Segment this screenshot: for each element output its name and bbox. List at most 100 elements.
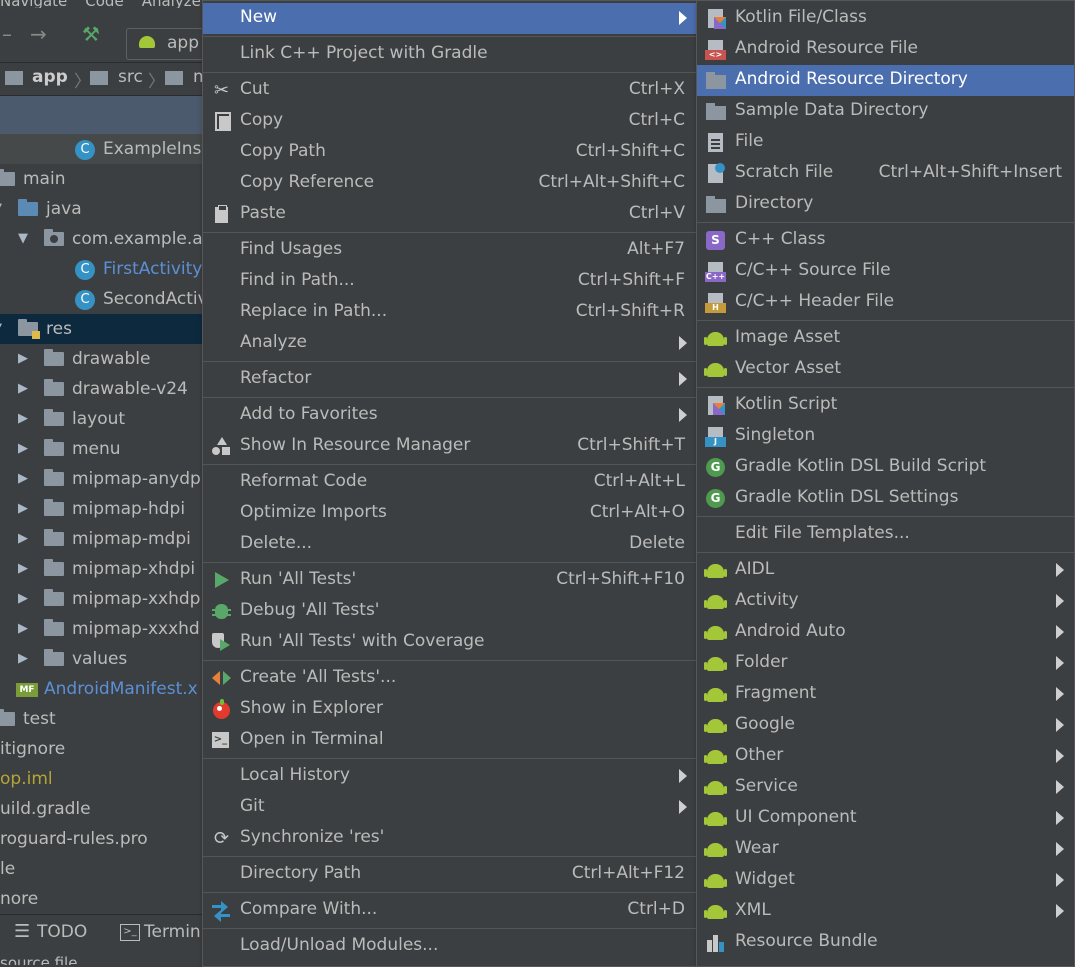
new-item-resource-bundle[interactable]: Resource Bundle [697,927,1074,958]
menubar-item[interactable]: Analyze [142,0,201,8]
new-item-edit-file-templates[interactable]: Edit File Templates... [697,519,1074,550]
menu-item-optimize-imports[interactable]: Optimize Imports Ctrl+Alt+O [203,498,697,529]
tree-row[interactable]: C ExampleInst [0,134,205,164]
menu-item-replace-in-path[interactable]: Replace in Path... Ctrl+Shift+R [203,297,697,328]
menu-item-cut[interactable]: ✂ Cut Ctrl+X [203,75,697,106]
new-item-android-resource-directory[interactable]: Android Resource Directory [697,65,1074,96]
menu-item-paste[interactable]: Paste Ctrl+V [203,199,697,230]
tree-row[interactable]: ▼ res [0,314,205,344]
menu-item-create-all-tests[interactable]: Create 'All Tests'... [203,663,697,694]
menu-item-run-all-tests-with-coverage[interactable]: Run 'All Tests' with Coverage [203,627,697,658]
new-item-android-resource-file[interactable]: <> Android Resource File [697,34,1074,65]
tree-row[interactable]: ▶ mipmap-hdpi [0,494,205,524]
tree-row[interactable]: ▶ menu [0,434,205,464]
new-item-c-class[interactable]: S C++ Class [697,225,1074,256]
new-item-scratch-file[interactable]: Scratch File Ctrl+Alt+Shift+Insert [697,158,1074,189]
menu-item-load-unload-modules[interactable]: Load/Unload Modules... [203,931,697,962]
breadcrumb-item[interactable]: app [32,67,68,87]
expand-down-icon[interactable]: ▼ [0,314,2,344]
menu-item-open-in-terminal[interactable]: >_ Open in Terminal [203,725,697,756]
tree-row[interactable]: ▶ values [0,644,205,674]
new-item-c-c-header-file[interactable]: H C/C++ Header File [697,287,1074,318]
tree-row[interactable]: le [0,854,205,884]
tree-row[interactable]: C FirstActivity [0,254,205,284]
new-item-vector-asset[interactable]: Vector Asset [697,354,1074,385]
new-item-directory[interactable]: Directory [697,189,1074,220]
expand-down-icon[interactable]: ▼ [18,224,28,254]
todo-tab[interactable]: TODO [37,922,87,942]
tree-row[interactable]: ▶ mipmap-xxxhd [0,614,205,644]
tree-row[interactable]: ▶ drawable-v24 [0,374,205,404]
menubar-item[interactable]: Code [85,0,123,8]
expand-right-icon[interactable]: ▶ [18,464,28,494]
tree-row[interactable]: ▶ mipmap-xxhdp [0,584,205,614]
expand-right-icon[interactable]: ▶ [18,374,28,404]
new-item-wear[interactable]: Wear [697,834,1074,865]
new-item-google[interactable]: Google [697,710,1074,741]
new-item-xml[interactable]: XML [697,896,1074,927]
menu-item-add-to-favorites[interactable]: Add to Favorites [203,400,697,431]
menu-item-show-in-resource-manager[interactable]: Show In Resource Manager Ctrl+Shift+T [203,431,697,462]
expand-right-icon[interactable]: ▶ [18,404,28,434]
tree-row[interactable]: roguard-rules.pro [0,824,205,854]
new-item-ui-component[interactable]: UI Component [697,803,1074,834]
new-item-c-c-source-file[interactable]: C++ C/C++ Source File [697,256,1074,287]
menu-item-analyze[interactable]: Analyze [203,328,697,359]
new-item-service[interactable]: Service [697,772,1074,803]
tree-row[interactable]: uild.gradle [0,794,205,824]
menu-item-copy[interactable]: Copy Ctrl+C [203,106,697,137]
menubar-item[interactable]: Navigate [0,0,67,8]
tree-row[interactable]: itignore [0,734,205,764]
new-item-fragment[interactable]: Fragment [697,679,1074,710]
menu-item-copy-reference[interactable]: Copy Reference Ctrl+Alt+Shift+C [203,168,697,199]
menu-item-new[interactable]: New [203,3,697,34]
tree-row[interactable]: nore [0,884,205,914]
tree-row[interactable]: C SecondActiv [0,284,205,314]
menu-item-refactor[interactable]: Refactor [203,364,697,395]
menu-item-debug-all-tests[interactable]: Debug 'All Tests' [203,596,697,627]
tree-row[interactable]: test [0,704,205,734]
new-item-other[interactable]: Other [697,741,1074,772]
menu-item-link-c-project-with-gradle[interactable]: Link C++ Project with Gradle [203,39,697,70]
expand-right-icon[interactable]: ▶ [18,524,28,554]
menu-item-git[interactable]: Git [203,792,697,823]
menu-item-compare-with[interactable]: Compare With... Ctrl+D [203,895,697,926]
new-item-singleton[interactable]: J Singleton [697,421,1074,452]
tree-row[interactable]: ▼ java [0,194,205,224]
new-item-kotlin-script[interactable]: Kotlin Script [697,390,1074,421]
new-item-gradle-kotlin-dsl-settings[interactable]: G Gradle Kotlin DSL Settings [697,483,1074,514]
menu-item-copy-path[interactable]: Copy Path Ctrl+Shift+C [203,137,697,168]
menu-item-directory-path[interactable]: Directory Path Ctrl+Alt+F12 [203,859,697,890]
back-arrow-icon[interactable]: – [2,22,12,46]
menu-item-synchronize-res[interactable]: ⟳ Synchronize 'res' [203,823,697,854]
terminal-tab[interactable]: Termin [144,922,201,942]
new-item-kotlin-file-class[interactable]: Kotlin File/Class [697,3,1074,34]
tree-row[interactable]: op.iml [0,764,205,794]
menu-item-find-in-path[interactable]: Find in Path... Ctrl+Shift+F [203,266,697,297]
tree-row[interactable]: ▶ mipmap-anydp [0,464,205,494]
menu-item-delete[interactable]: Delete... Delete [203,529,697,560]
tree-row[interactable]: ▶ drawable [0,344,205,374]
tree-row[interactable]: main [0,164,205,194]
new-item-sample-data-directory[interactable]: Sample Data Directory [697,96,1074,127]
new-item-gradle-kotlin-dsl-build-script[interactable]: G Gradle Kotlin DSL Build Script [697,452,1074,483]
expand-right-icon[interactable]: ▶ [18,644,28,674]
tree-row[interactable]: ▶ mipmap-xhdpi [0,554,205,584]
expand-right-icon[interactable]: ▶ [18,584,28,614]
menu-item-local-history[interactable]: Local History [203,761,697,792]
expand-right-icon[interactable]: ▶ [18,344,28,374]
tree-row[interactable]: ▼ com.example.a [0,224,205,254]
menu-item-show-in-explorer[interactable]: Show in Explorer [203,694,697,725]
build-hammer-icon[interactable]: ⚒ [82,22,100,46]
new-item-aidl[interactable]: AIDL [697,555,1074,586]
new-item-image-asset[interactable]: Image Asset [697,323,1074,354]
expand-down-icon[interactable]: ▼ [0,194,2,224]
expand-right-icon[interactable]: ▶ [18,554,28,584]
expand-right-icon[interactable]: ▶ [18,434,28,464]
menu-item-reformat-code[interactable]: Reformat Code Ctrl+Alt+L [203,467,697,498]
new-item-android-auto[interactable]: Android Auto [697,617,1074,648]
new-item-file[interactable]: File [697,127,1074,158]
new-item-folder[interactable]: Folder [697,648,1074,679]
new-item-activity[interactable]: Activity [697,586,1074,617]
expand-right-icon[interactable]: ▶ [18,614,28,644]
